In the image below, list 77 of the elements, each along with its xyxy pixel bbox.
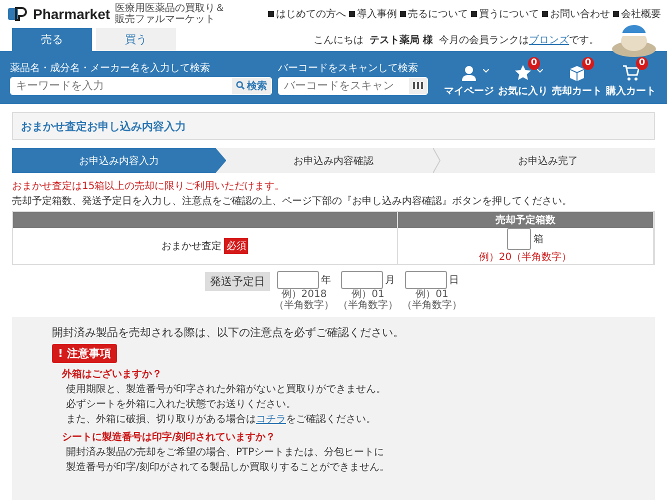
search-label: 薬品名・成分名・メーカー名を入力して検索 <box>10 62 211 74</box>
unit-label: 箱 <box>533 233 544 246</box>
format-note: （半角数字） <box>402 300 462 311</box>
ship-date-label: 発送予定日 <box>205 272 270 291</box>
page-title: おまかせ査定お申し込み内容入力 <box>21 118 186 134</box>
nav-link[interactable]: 導入事例 <box>349 7 397 21</box>
caution-text: また、外箱に破損、切り取りがある場合はコチラ をご確認ください。 <box>66 413 377 426</box>
date-input[interactable] <box>277 271 319 289</box>
user-icon <box>461 65 477 81</box>
tab[interactable]: 売る <box>12 28 92 51</box>
nav-link[interactable]: 買うについて <box>471 7 539 21</box>
caution-badge: ! 注意事項 <box>52 344 117 363</box>
format-note: （半角数字） <box>274 300 334 311</box>
box-icon <box>569 65 585 81</box>
example-text: 例）20（半角数字） <box>478 250 572 264</box>
example-text: 例）01 <box>416 289 448 300</box>
caution-heading: シートに製造番号は印字/刻印されていますか？ <box>62 430 277 444</box>
progress-step: お申込み完了 <box>440 148 655 173</box>
count-badge: 0 <box>582 57 594 70</box>
nav-link[interactable]: お問い合わせ <box>542 7 610 21</box>
caution-text: 必ずシートを外箱に入れた状態でお送りください。 <box>66 398 297 411</box>
progress-step: お申込み内容入力 <box>12 148 226 173</box>
instruction-text: 売却予定箱数、発送予定日を入力し、注意点をご確認の上、ページ下部の『お申し込み内容確認』ボタンを押してください。 <box>12 194 573 208</box>
bullet-icon <box>400 11 406 17</box>
chevron-icon <box>432 148 441 173</box>
bullet-icon <box>471 11 477 17</box>
cart-icon <box>623 65 639 81</box>
box-count-input[interactable] <box>507 228 532 250</box>
bullet-icon <box>613 11 619 17</box>
star-icon <box>515 65 531 81</box>
notice-text: おまかせ査定は15箱以上の売却に限りご利用いただけます。 <box>12 180 286 193</box>
caution-text: 使用期限と、製造番号が印字された外箱がないと買取りができません。 <box>66 383 387 396</box>
unit-label: 日 <box>449 274 459 287</box>
bullet-icon <box>268 11 274 17</box>
date-input[interactable] <box>341 271 383 289</box>
progress-step: お申込み内容確認 <box>226 148 441 173</box>
nav-link[interactable]: 売るについて <box>400 7 468 21</box>
bullet-icon <box>542 11 548 17</box>
caution-heading: 外箱はございますか？ <box>62 368 163 381</box>
rank-text: 今月の会員ランクはブロンズです。 <box>439 34 599 46</box>
greeting-text: こんにちは <box>314 34 364 46</box>
header-action-link[interactable]: 0 売却カート <box>551 57 603 98</box>
table-header: 売却予定箱数 <box>398 212 654 228</box>
example-text: 例）01 <box>352 289 384 300</box>
logo-text: Pharmarket <box>33 6 110 22</box>
format-note: （半角数字） <box>338 300 398 311</box>
count-badge: 0 <box>528 57 540 70</box>
example-text: 例）2018 <box>281 289 327 300</box>
search-button[interactable]: 検索 <box>232 78 271 94</box>
barcode-label: バーコードをスキャンして検索 <box>278 62 419 74</box>
bullet-icon <box>349 11 355 17</box>
barcode-button[interactable] <box>409 78 427 94</box>
barcode-field[interactable]: バーコードをスキャン <box>278 76 428 94</box>
date-input[interactable] <box>405 271 447 289</box>
user-name: テスト薬局 様 <box>370 34 433 46</box>
header-action-link[interactable]: 0 お気に入り <box>497 57 549 98</box>
text-link[interactable]: コチラ <box>256 414 286 425</box>
nav-link[interactable]: はじめての方へ <box>268 7 346 21</box>
mascot-drawing <box>609 23 659 57</box>
search-icon <box>236 81 245 90</box>
unit-label: 年 <box>321 274 331 287</box>
required-badge: 必須 <box>224 238 248 254</box>
caution-intro: 開封済み製品を売却される際は、以下の注意点を必ずご確認ください。 <box>52 325 405 340</box>
keyword-search-field[interactable]: キーワードを入力 検索 <box>10 76 272 94</box>
barcode-icon <box>413 82 423 89</box>
row-label: おまかせ査定 <box>161 240 222 253</box>
rank-link[interactable]: ブロンズ <box>529 34 569 46</box>
logo-icon <box>8 7 28 21</box>
header-action-link[interactable]: マイページ <box>443 57 495 98</box>
tagline: 医療用医薬品の買取り＆販売ファルマーケット <box>115 3 226 25</box>
caution-text: 開封済み製品の売却をご希望の場合、PTPシートまたは、分包ヒートに <box>66 446 386 459</box>
count-badge: 0 <box>636 57 648 70</box>
tab[interactable]: 買う <box>96 28 176 51</box>
nav-link[interactable]: 会社概要 <box>613 7 661 21</box>
header-action-link[interactable]: 0 購入カート <box>605 57 657 98</box>
unit-label: 月 <box>385 274 395 287</box>
caution-text: 製造番号が印字/刻印がされてる製品しか買取りすることができません。 <box>66 461 390 474</box>
